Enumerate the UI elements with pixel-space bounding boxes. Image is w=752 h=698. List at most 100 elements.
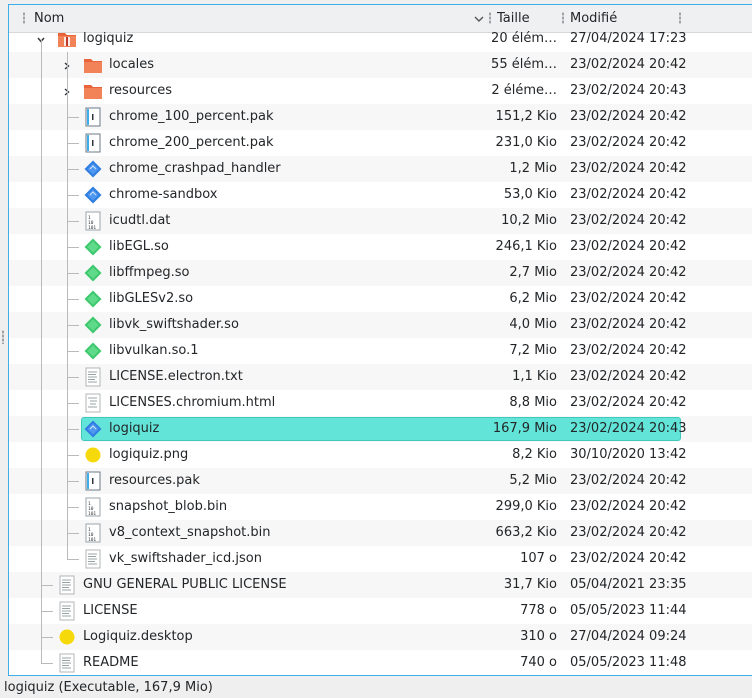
file-row[interactable]: vk_swiftshader_icd.json 107 o 23/02/2024 2… [9, 546, 752, 572]
svg-text:101: 101 [88, 511, 96, 517]
file-row[interactable]: resources 2 éléme… 23/02/2024 20:43 [9, 78, 752, 104]
folder-icon [83, 81, 103, 101]
svg-text:101: 101 [88, 225, 96, 231]
file-row[interactable]: libffmpeg.so 2,7 Mio 23/02/2024 20:42 [9, 260, 752, 286]
file-row[interactable]: GNU GENERAL PUBLIC LICENSE 31,7 Kio 05/04/… [9, 572, 752, 598]
tree-connector [67, 273, 79, 274]
file-modified-date: 23/02/2024 20:43 [570, 83, 687, 98]
column-grip-modified[interactable] [562, 12, 564, 24]
file-size: 231,0 Kio [495, 135, 557, 150]
file-size: 4,0 Mio [509, 317, 557, 332]
tree-connector [67, 533, 79, 534]
file-name: chrome_crashpad_handler [109, 161, 281, 176]
tree-folder-row[interactable]: logiquiz 20 élém… 27/04/2024 17:23 [9, 26, 752, 52]
executable-icon [83, 419, 103, 439]
file-row[interactable]: chrome_200_percent.pak 231,0 Kio 23/02/202… [9, 130, 752, 156]
file-row[interactable]: LICENSE.electron.txt 1,1 Kio 23/02/2024 20… [9, 364, 752, 390]
text-file-icon [83, 549, 103, 569]
file-size: 310 o [520, 629, 557, 644]
file-row[interactable]: libvk_swiftshader.so 4,0 Mio 23/02/2024 20… [9, 312, 752, 338]
file-modified-date: 23/02/2024 20:42 [570, 109, 687, 124]
tree-connector [41, 637, 53, 638]
file-row[interactable]: libvulkan.so.1 7,2 Mio 23/02/2024 20:42 [9, 338, 752, 364]
file-row[interactable]: 1 10 101 icudtl.dat 10,2 Mio 23/02/2024 20:42 [9, 208, 752, 234]
file-size: 7,2 Mio [509, 343, 557, 358]
shared-library-icon [83, 237, 103, 257]
file-modified-date: 23/02/2024 20:42 [570, 551, 687, 566]
file-name: logiquiz [83, 31, 134, 46]
file-modified-date: 23/02/2024 20:42 [570, 239, 687, 254]
text-file-icon [83, 367, 103, 387]
file-row[interactable]: chrome-sandbox 53,0 Kio 23/02/2024 20:42 [9, 182, 752, 208]
file-row[interactable]: README 740 o 05/05/2023 11:48 [9, 650, 752, 675]
tree-connector [41, 663, 53, 664]
file-modified-date: 23/02/2024 20:42 [570, 343, 687, 358]
folder-archive-icon [57, 29, 77, 49]
file-modified-date: 23/02/2024 20:42 [570, 317, 687, 332]
shared-library-icon [83, 289, 103, 309]
tree-connector [41, 585, 53, 586]
file-name: Logiquiz.desktop [83, 629, 193, 644]
file-row[interactable]: libGLESv2.so 6,2 Mio 23/02/2024 20:42 [9, 286, 752, 312]
image-icon [57, 627, 77, 647]
file-rows: logiquiz 20 élém… 27/04/2024 17:23 locales 5… [9, 31, 752, 675]
tree-connector [41, 611, 53, 612]
file-row[interactable]: LICENSES.chromium.html 8,8 Mio 23/02/2024 … [9, 390, 752, 416]
file-size: 151,2 Kio [495, 109, 557, 124]
file-name: LICENSE.electron.txt [109, 369, 243, 384]
column-grip-end[interactable] [679, 12, 681, 24]
file-row[interactable]: chrome_crashpad_handler 1,2 Mio 23/02/2024… [9, 156, 752, 182]
file-name: resources [109, 83, 173, 98]
file-size: 2 éléme… [491, 83, 557, 98]
file-modified-date: 23/02/2024 20:42 [570, 265, 687, 280]
file-list-view[interactable]: Nom Taille Modifié logiquiz 20 élém… 27/04… [8, 4, 752, 676]
text-file-icon [57, 575, 77, 595]
tree-connector [67, 559, 79, 560]
shared-library-icon [83, 263, 103, 283]
status-text: logiquiz (Executable, 167,9 Mio) [4, 680, 213, 695]
file-size: 1,2 Mio [509, 161, 557, 176]
file-size: 246,1 Kio [495, 239, 557, 254]
file-size: 10,2 Mio [501, 213, 557, 228]
file-name: chrome-sandbox [109, 187, 218, 202]
file-modified-date: 23/02/2024 20:43 [570, 421, 687, 436]
splitter-handle[interactable] [2, 330, 4, 344]
file-row[interactable]: chrome_100_percent.pak 151,2 Kio 23/02/202… [9, 104, 752, 130]
file-row[interactable]: libEGL.so 246,1 Kio 23/02/2024 20:42 [9, 234, 752, 260]
file-modified-date: 23/02/2024 20:42 [570, 499, 687, 514]
file-name: LICENSES.chromium.html [109, 395, 276, 410]
file-size: 53,0 Kio [503, 187, 557, 202]
file-row[interactable]: Logiquiz.desktop 310 o 27/04/2024 09:24 [9, 624, 752, 650]
tree-connector [67, 299, 79, 300]
tree-connector [67, 377, 79, 378]
file-size: 5,2 Mio [509, 473, 557, 488]
file-row[interactable]: logiquiz 167,9 Mio 23/02/2024 20:43 [9, 416, 752, 442]
executable-icon [83, 159, 103, 179]
file-name: GNU GENERAL PUBLIC LICENSE [83, 577, 287, 592]
tree-connector [67, 143, 79, 144]
file-row[interactable]: 1 10 101 v8_context_snapshot.bin 663,2 Kio 23… [9, 520, 752, 546]
file-modified-date: 23/02/2024 20:42 [570, 135, 687, 150]
file-row[interactable]: locales 55 élém… 23/02/2024 20:42 [9, 52, 752, 78]
file-name: locales [109, 57, 155, 72]
file-modified-date: 23/02/2024 20:42 [570, 187, 687, 202]
tree-connector [67, 455, 79, 456]
file-name: logiquiz.png [109, 447, 189, 462]
text-file-icon [57, 601, 77, 621]
column-grip-name[interactable] [23, 12, 25, 24]
tree-connector [67, 117, 79, 118]
file-modified-date: 23/02/2024 20:42 [570, 57, 687, 72]
image-icon [83, 445, 103, 465]
file-row[interactable]: resources.pak 5,2 Mio 23/02/2024 20:42 [9, 468, 752, 494]
text-file-icon [57, 653, 77, 673]
file-row[interactable]: 1 10 101 snapshot_blob.bin 299,0 Kio 23/02/20… [9, 494, 752, 520]
file-modified-date: 23/02/2024 20:42 [570, 291, 687, 306]
file-row[interactable]: LICENSE 778 o 05/05/2023 11:44 [9, 598, 752, 624]
tree-connector [67, 221, 79, 222]
chevron-down-icon[interactable] [474, 14, 484, 24]
file-modified-date: 23/02/2024 20:42 [570, 369, 687, 384]
file-modified-date: 23/02/2024 20:42 [570, 525, 687, 540]
shared-library-icon [83, 315, 103, 335]
file-row[interactable]: logiquiz.png 8,2 Kio 30/10/2020 13:42 [9, 442, 752, 468]
column-grip-size[interactable] [489, 12, 491, 24]
